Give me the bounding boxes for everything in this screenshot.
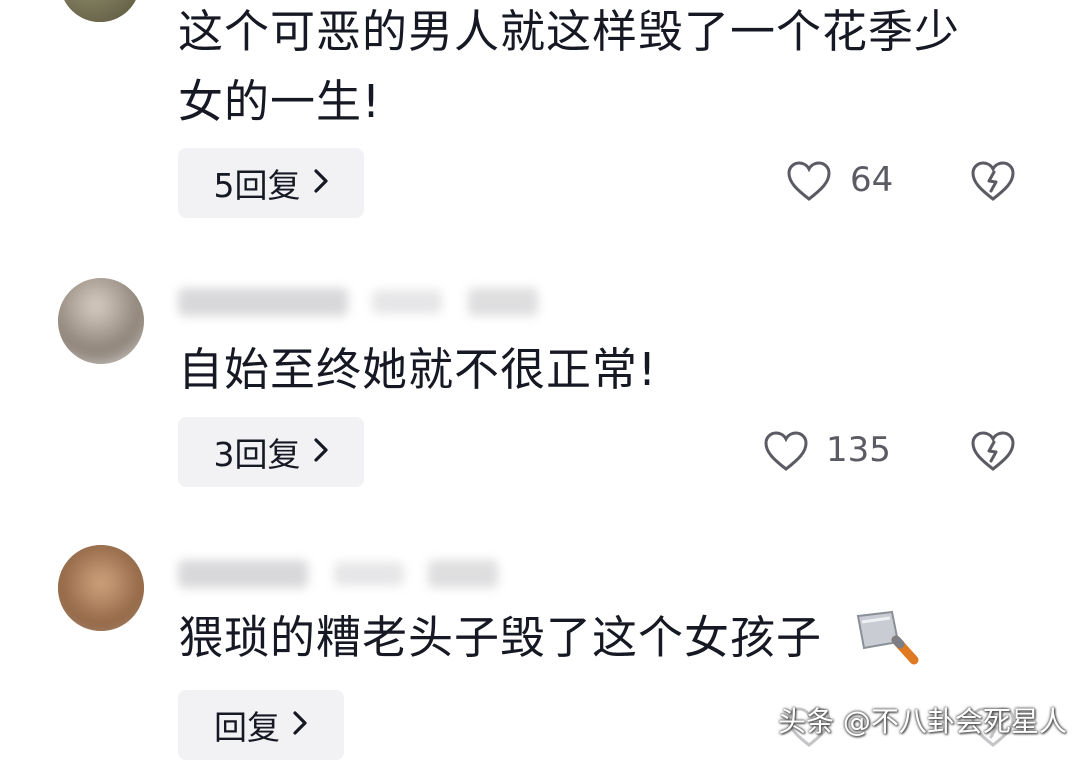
location-blurred bbox=[468, 288, 538, 316]
like-count: 135 bbox=[826, 430, 891, 470]
reply-label: 3回复 bbox=[213, 435, 301, 474]
cleaver-emoji-icon bbox=[852, 606, 922, 670]
avatar[interactable] bbox=[58, 278, 144, 364]
comment-text: 自始至终她就不很正常! bbox=[178, 343, 658, 396]
watermark: 头条 @不八卦会死星人 bbox=[778, 705, 1067, 738]
avatar[interactable] bbox=[60, 0, 140, 22]
reply-label: 回复 bbox=[214, 708, 280, 747]
comment-text-line2: 女的一生! bbox=[178, 75, 382, 128]
broken-heart-icon[interactable] bbox=[970, 430, 1016, 472]
heart-icon[interactable] bbox=[763, 430, 809, 472]
broken-heart-icon[interactable] bbox=[970, 160, 1016, 202]
chevron-right-icon bbox=[313, 437, 329, 468]
chevron-right-icon bbox=[292, 710, 308, 741]
comment-text: 猥琐的糟老头子毁了这个女孩子 bbox=[178, 611, 823, 664]
comment-text: 这个可恶的男人就这样毁了一个花季少 bbox=[178, 5, 961, 58]
meta-blurred bbox=[334, 562, 404, 586]
meta-blurred bbox=[372, 290, 442, 314]
location-blurred bbox=[428, 560, 498, 588]
username-blurred[interactable] bbox=[178, 560, 308, 588]
username-blurred[interactable] bbox=[178, 288, 348, 316]
reply-button[interactable]: 5回复 bbox=[178, 148, 364, 218]
reply-label: 5回复 bbox=[213, 166, 301, 205]
like-count: 64 bbox=[850, 160, 894, 200]
chevron-right-icon bbox=[313, 168, 329, 199]
reply-button[interactable]: 3回复 bbox=[178, 417, 364, 487]
reply-button[interactable]: 回复 bbox=[178, 690, 344, 760]
avatar[interactable] bbox=[58, 545, 144, 631]
heart-icon[interactable] bbox=[786, 160, 832, 202]
